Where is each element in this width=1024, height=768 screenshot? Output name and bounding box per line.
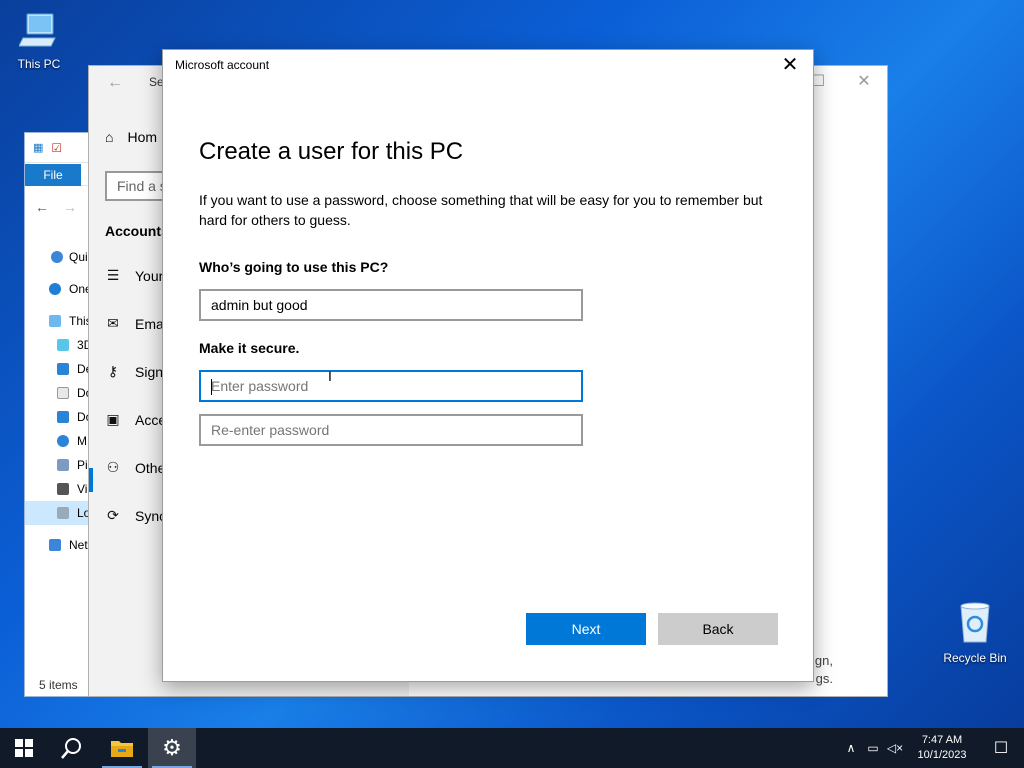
desktop-icon-recycle-bin[interactable]: Recycle Bin bbox=[940, 600, 1010, 665]
status-bar-count: 5 items bbox=[39, 678, 78, 692]
nav-sync-settings[interactable]: ⟳ Sync bbox=[105, 507, 166, 524]
chevron-up-icon[interactable]: ∧ bbox=[840, 741, 862, 755]
tree-item-quick-access[interactable]: Qui bbox=[25, 245, 89, 269]
tree-item-documents[interactable]: Do bbox=[25, 381, 89, 405]
close-icon[interactable]: ✕ bbox=[841, 66, 887, 98]
tree-item-local-disk[interactable]: Lo bbox=[25, 501, 89, 525]
desktop-icon-label: Recycle Bin bbox=[943, 651, 1007, 665]
dialog-description: If you want to use a password, choose so… bbox=[199, 192, 763, 228]
folder-icon bbox=[111, 741, 133, 757]
next-button[interactable]: Next bbox=[526, 613, 646, 645]
text-caret bbox=[211, 379, 212, 395]
taskbar: ⚙ ∧ ▭ ◁× 7:47 AM 10/1/2023 ☐ bbox=[0, 728, 1024, 768]
microsoft-account-dialog[interactable]: Microsoft account ✕ Create a user for th… bbox=[162, 49, 814, 682]
settings-section-title: Accounts bbox=[105, 223, 169, 239]
gear-icon: ⚙ bbox=[162, 735, 182, 760]
cloud-icon bbox=[49, 283, 61, 295]
settings-footer-line2: gs. bbox=[815, 671, 833, 686]
username-field[interactable]: admin but good bbox=[199, 289, 583, 321]
tree-item-downloads[interactable]: Do bbox=[25, 405, 89, 429]
nav-email-accounts[interactable]: ✉ Ema bbox=[105, 315, 164, 332]
home-icon: ⌂ bbox=[105, 129, 114, 145]
clock-date: 10/1/2023 bbox=[917, 749, 967, 761]
volume-muted-icon[interactable]: ◁× bbox=[884, 741, 906, 755]
tree-item-pictures[interactable]: Pi bbox=[25, 453, 89, 477]
computer-icon bbox=[4, 10, 74, 53]
person-add-icon: ⚇ bbox=[106, 459, 120, 475]
key-icon: ⚷ bbox=[107, 363, 119, 379]
settings-home-link[interactable]: ⌂ Hom bbox=[105, 129, 157, 145]
file-explorer-taskbar-button[interactable] bbox=[98, 728, 146, 768]
network-status-icon[interactable]: ▭ bbox=[862, 741, 884, 755]
windows-logo-icon bbox=[15, 739, 33, 757]
desktop-folder-icon bbox=[57, 363, 69, 375]
film-icon bbox=[57, 483, 69, 495]
picture-icon bbox=[57, 459, 69, 471]
tree-item-onedrive[interactable]: One bbox=[25, 277, 89, 301]
reenter-password-field[interactable]: Re-enter password bbox=[199, 414, 583, 446]
close-icon[interactable]: ✕ bbox=[767, 50, 813, 82]
search-icon bbox=[61, 738, 81, 759]
download-icon bbox=[57, 411, 69, 423]
page-title: Create a user for this PC bbox=[199, 138, 464, 165]
user-card-icon: ☰ bbox=[106, 267, 120, 283]
cube-icon bbox=[57, 339, 69, 351]
settings-footer-line1: gn, bbox=[814, 653, 833, 668]
dialog-title: Microsoft account bbox=[175, 58, 270, 72]
nav-sign-in-options[interactable]: ⚷ Sign bbox=[105, 363, 163, 380]
nav-active-indicator bbox=[89, 468, 93, 492]
start-button[interactable] bbox=[0, 728, 48, 768]
clock[interactable]: 7:47 AM 10/1/2023 bbox=[906, 733, 978, 763]
tree-item-network[interactable]: Net bbox=[25, 533, 89, 557]
tree-item-this-pc[interactable]: This bbox=[25, 309, 89, 333]
explorer-nav: ← → bbox=[35, 199, 77, 215]
forward-arrow-icon[interactable]: → bbox=[63, 199, 77, 215]
desktop-icon-this-pc[interactable]: This PC bbox=[4, 10, 74, 71]
nav-access-work[interactable]: ▣ Acce bbox=[105, 411, 166, 428]
tree-item-videos[interactable]: Vi bbox=[25, 477, 89, 501]
computer-icon bbox=[49, 315, 61, 327]
tree-item-3d-objects[interactable]: 3D bbox=[25, 333, 89, 357]
briefcase-icon: ▣ bbox=[106, 411, 120, 427]
clock-time: 7:47 AM bbox=[921, 734, 963, 746]
network-icon bbox=[49, 539, 61, 551]
nav-other-users[interactable]: ⚇ Othe bbox=[105, 459, 166, 476]
search-button[interactable] bbox=[48, 728, 96, 768]
notifications-icon[interactable]: ☐ bbox=[978, 738, 1024, 758]
tree-item-music[interactable]: M bbox=[25, 429, 89, 453]
star-icon bbox=[51, 251, 63, 263]
recycle-bin-icon bbox=[940, 600, 1010, 647]
nav-your-info[interactable]: ☰ Your bbox=[105, 267, 164, 284]
explorer-app-icon: ▦ bbox=[33, 142, 44, 154]
navigation-tree: Qui One This 3D De Do Do M bbox=[25, 245, 89, 552]
document-icon bbox=[57, 387, 69, 399]
properties-icon[interactable]: ☑ bbox=[51, 141, 62, 155]
password-section-label: Make it secure. bbox=[199, 340, 300, 356]
back-button[interactable]: Back bbox=[658, 613, 778, 645]
system-tray: ∧ ▭ ◁× 7:47 AM 10/1/2023 ☐ bbox=[840, 728, 1024, 768]
mail-icon: ✉ bbox=[107, 315, 119, 331]
password-placeholder: Enter password bbox=[211, 378, 309, 394]
sync-icon: ⟳ bbox=[107, 507, 119, 523]
back-arrow-icon[interactable]: ← bbox=[107, 74, 123, 92]
settings-taskbar-button[interactable]: ⚙ bbox=[148, 728, 196, 768]
drive-icon bbox=[57, 507, 69, 519]
desktop-icon-label: This PC bbox=[17, 57, 61, 71]
tree-item-desktop[interactable]: De bbox=[25, 357, 89, 381]
music-note-icon bbox=[57, 435, 69, 447]
back-arrow-icon[interactable]: ← bbox=[35, 199, 49, 215]
ibeam-cursor-icon: I bbox=[328, 368, 332, 384]
username-label: Who’s going to use this PC? bbox=[199, 259, 389, 275]
file-tab[interactable]: File bbox=[25, 164, 81, 186]
password-field[interactable]: Enter password bbox=[199, 370, 583, 402]
